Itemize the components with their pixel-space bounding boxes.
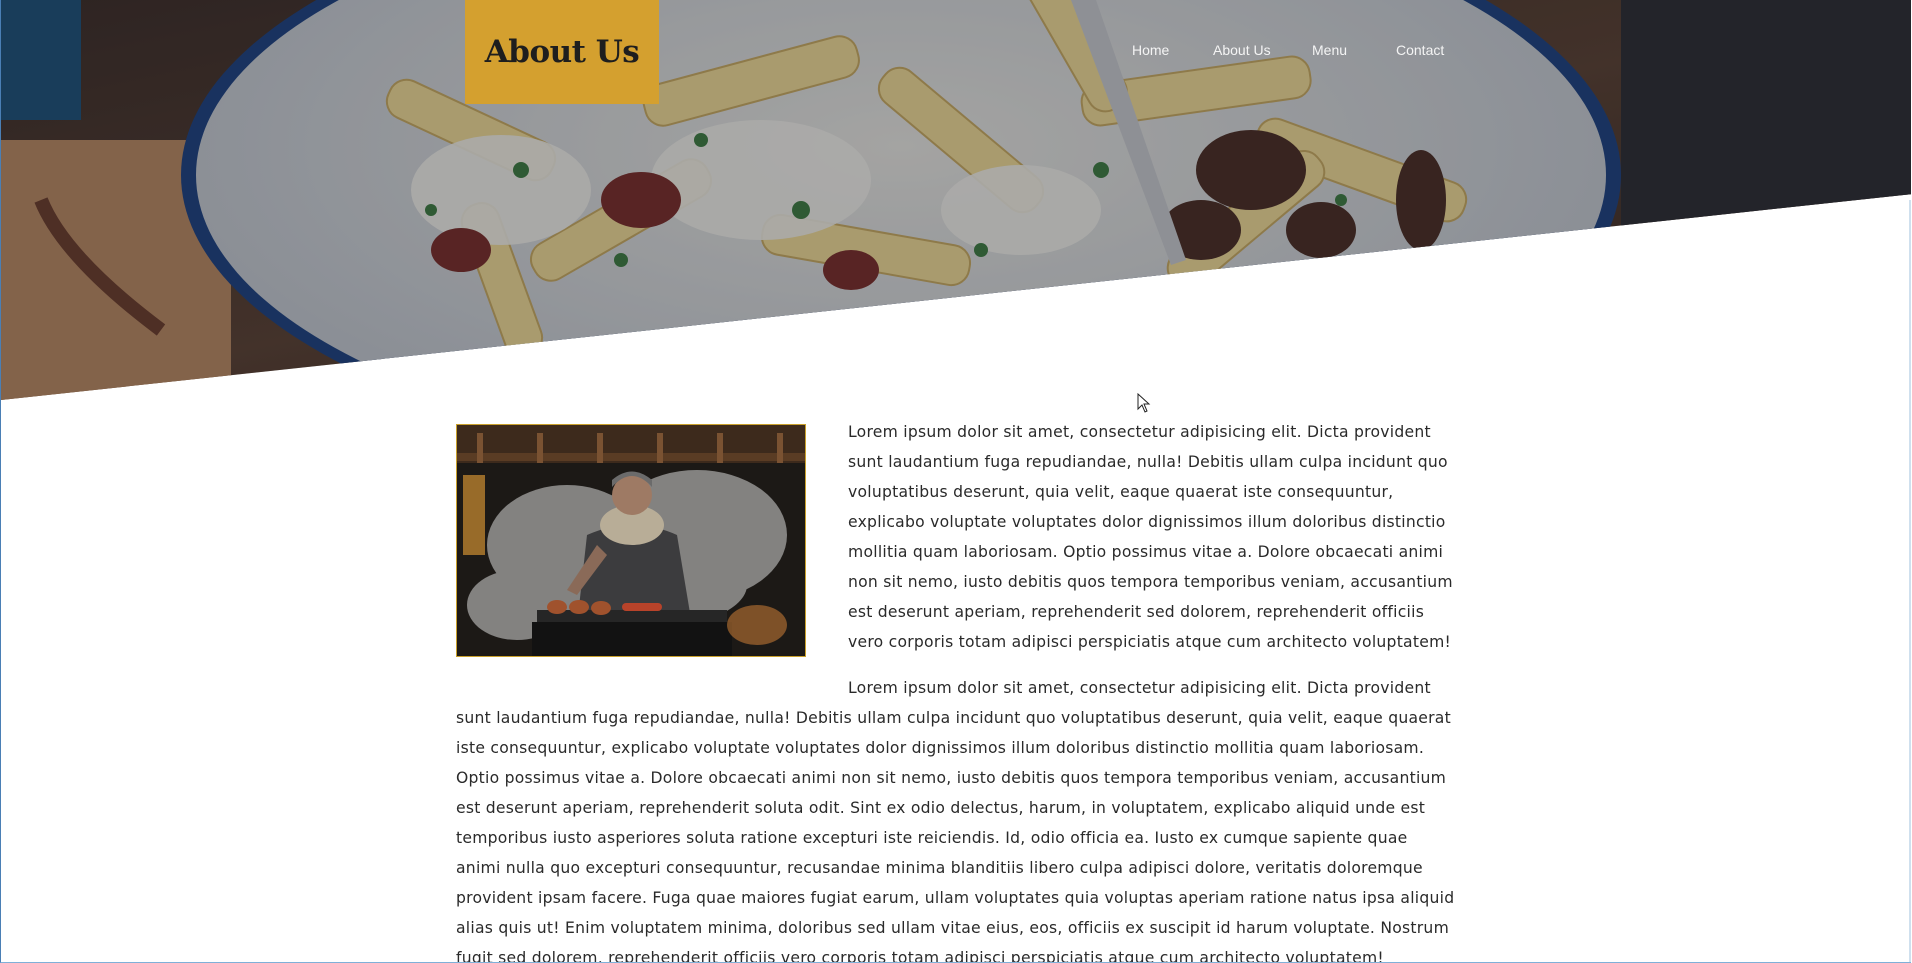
hero-image [1,0,1911,400]
intro-paragraph: Lorem ipsum dolor sit amet, consectetur … [848,423,1453,651]
chef-grilling-image [456,424,806,657]
nav-item-about-us[interactable]: About Us [1213,42,1271,58]
page-edge [1909,200,1911,962]
nav-item-menu[interactable]: Menu [1312,42,1347,58]
hero-overlay [1,0,1911,400]
nav-item-contact[interactable]: Contact [1396,42,1444,58]
page-title-box: About Us [465,0,659,104]
page-title: About Us [484,34,640,70]
body-paragraph: Lorem ipsum dolor sit amet, consectetur … [456,679,1455,963]
nav-item-home[interactable]: Home [1132,42,1169,58]
browser-viewport: About Us Home About Us Menu Contact Lore… [0,0,1911,963]
mouse-pointer-icon [1137,392,1151,418]
